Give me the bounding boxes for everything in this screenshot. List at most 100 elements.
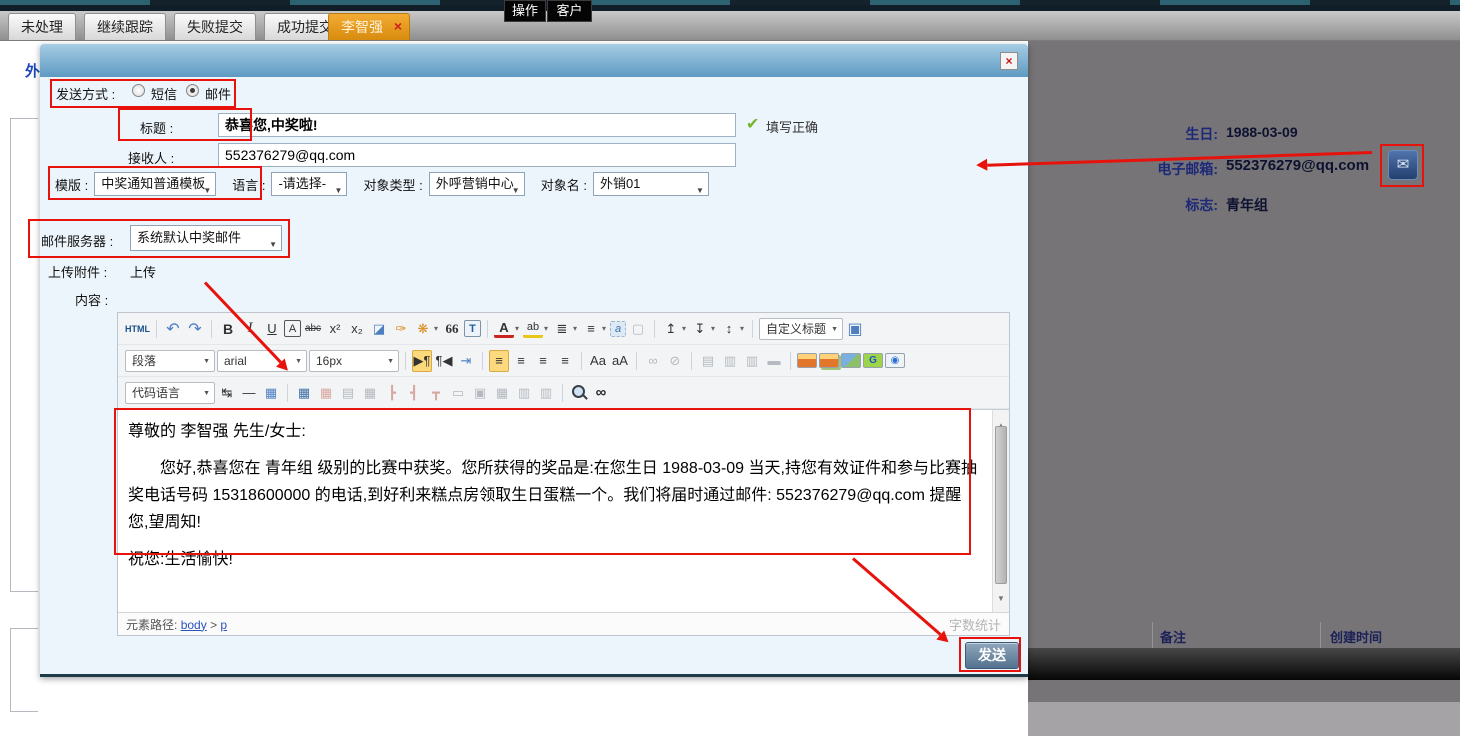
align-right-icon[interactable]: ≡ — [533, 350, 553, 372]
insert-image-icon[interactable] — [797, 353, 817, 368]
google-map-icon[interactable]: G — [863, 353, 883, 368]
tab-close-icon[interactable]: × — [394, 19, 402, 33]
tab-unprocessed[interactable]: 未处理 — [8, 13, 76, 40]
upload-link[interactable]: 上传 — [130, 262, 156, 281]
language-select[interactable]: -请选择- — [271, 172, 347, 196]
template-select[interactable]: 中奖通知普通模板 — [94, 172, 216, 196]
anchor-icon[interactable]: a — [610, 321, 626, 337]
target-type-select[interactable]: 外呼营销中心 — [429, 172, 525, 196]
title-input[interactable] — [218, 113, 736, 137]
editor-scrollbar[interactable]: ▲ ▼ — [992, 410, 1009, 614]
tab-failed-submit[interactable]: 失败提交 — [174, 13, 256, 40]
path-node-p[interactable]: p — [220, 618, 227, 632]
sms-radio[interactable] — [132, 84, 145, 97]
delete-table-icon[interactable]: ▦ — [316, 382, 336, 404]
separator — [752, 320, 753, 338]
image-block-icon[interactable]: ▬ — [764, 350, 784, 372]
image-align-left-icon[interactable]: ▤ — [698, 350, 718, 372]
new-page-icon[interactable]: ▢ — [628, 318, 648, 340]
dropdown-caret: ▾ — [709, 318, 717, 340]
birthday-value: 1988-03-09 — [1226, 124, 1298, 140]
email-radio[interactable] — [186, 84, 199, 97]
bullet-list-icon[interactable]: ≡ — [581, 318, 601, 340]
html-source-icon[interactable]: HTML — [125, 318, 150, 340]
scrollbar-thumb[interactable] — [995, 426, 1007, 584]
word-count-link[interactable]: 字数统计 — [949, 615, 1001, 634]
subscript-icon[interactable]: x₂ — [347, 318, 367, 340]
highlight-color-icon[interactable]: ab — [523, 320, 543, 338]
recipient-input[interactable] — [218, 143, 736, 167]
italic-icon[interactable]: I — [240, 318, 260, 340]
ordered-list-icon[interactable]: ≣ — [552, 318, 572, 340]
tab-continue-follow[interactable]: 继续跟踪 — [84, 13, 166, 40]
horizontal-rule-icon[interactable]: — — [239, 382, 259, 404]
superscript-icon[interactable]: x² — [325, 318, 345, 340]
insert-row-icon[interactable]: ┳ — [426, 382, 446, 404]
align-center-icon[interactable]: ≡ — [511, 350, 531, 372]
paragraph-format-combo[interactable]: 段落 — [125, 350, 215, 372]
rtl-paragraph-icon[interactable]: ¶◀ — [434, 350, 454, 372]
dialog-close-icon[interactable]: × — [1000, 52, 1018, 70]
font-family-combo[interactable]: arial — [217, 350, 307, 372]
blockquote-icon[interactable]: 66 — [442, 318, 462, 340]
merge-cells-icon[interactable]: ▭ — [448, 382, 468, 404]
target-name-select[interactable]: 外销01 — [593, 172, 709, 196]
lowercase-icon[interactable]: aA — [610, 350, 630, 372]
code-language-combo[interactable]: 代码语言 — [125, 382, 215, 404]
editor-content-area[interactable]: 尊敬的 李智强 先生/女士: 您好,恭喜您在 青年组 级别的比赛中获奖。您所获得… — [118, 409, 1009, 614]
paste-as-text-icon[interactable]: T — [464, 320, 481, 337]
page-break-icon[interactable]: ↹ — [217, 382, 237, 404]
album-icon[interactable] — [841, 353, 861, 368]
mail-server-select[interactable]: 系统默认中奖邮件 — [130, 225, 282, 251]
align-left-icon[interactable]: ≡ — [489, 350, 509, 372]
column-separator — [1320, 622, 1321, 648]
spacing-above-icon[interactable]: ↥ — [661, 318, 681, 340]
delete-row-icon[interactable]: ▥ — [514, 382, 534, 404]
send-button[interactable]: 发送 — [965, 642, 1019, 669]
strikethrough-icon[interactable]: abc — [303, 318, 323, 340]
insert-row-below-icon[interactable]: ▦ — [492, 382, 512, 404]
undo-icon[interactable]: ↶ — [163, 318, 183, 340]
insert-col-left-icon[interactable]: ┣ — [382, 382, 402, 404]
email-option-label[interactable]: 邮件 — [205, 84, 231, 103]
multi-image-icon[interactable] — [819, 353, 839, 368]
tab-lizhiqiang[interactable]: 李智强 × — [328, 13, 410, 40]
uppercase-icon[interactable]: Aa — [588, 350, 608, 372]
find-replace-icon[interactable]: ∞ — [591, 382, 611, 404]
ltr-paragraph-icon[interactable]: ▶¶ — [412, 350, 432, 372]
align-justify-icon[interactable]: ≡ — [555, 350, 575, 372]
line-height-icon[interactable]: ↕ — [719, 318, 739, 340]
menu-customer[interactable]: 客户 — [547, 0, 592, 22]
insert-col-right-icon[interactable]: ┫ — [404, 382, 424, 404]
redo-icon[interactable]: ↷ — [185, 318, 205, 340]
link-icon[interactable]: ∞ — [643, 350, 663, 372]
image-inline-icon[interactable]: ▥ — [720, 350, 740, 372]
custom-heading-combo[interactable]: 自定义标题 — [759, 318, 843, 340]
underline-icon[interactable]: U — [262, 318, 282, 340]
format-brush-icon[interactable]: ✑ — [391, 318, 411, 340]
insert-table-icon[interactable]: ▦ — [294, 382, 314, 404]
fullscreen-icon[interactable]: ▣ — [845, 318, 865, 340]
font-size-combo[interactable]: 16px — [309, 350, 399, 372]
font-color-icon[interactable]: A — [494, 320, 514, 338]
eraser-icon[interactable]: ◪ — [369, 318, 389, 340]
bold-icon[interactable]: B — [218, 318, 238, 340]
path-node-body[interactable]: body — [181, 618, 207, 632]
insert-media-icon[interactable]: ◉ — [885, 353, 905, 368]
auto-typeset-icon[interactable]: ⇥ — [456, 350, 476, 372]
image-align-right-icon[interactable]: ▥ — [742, 350, 762, 372]
delete-col-icon[interactable]: ▥ — [536, 382, 556, 404]
spacing-below-icon[interactable]: ↧ — [690, 318, 710, 340]
scroll-down-icon[interactable]: ▼ — [993, 585, 1009, 612]
menu-operation[interactable]: 操作 — [504, 0, 546, 22]
send-email-icon[interactable]: ✉ — [1388, 150, 1418, 180]
cell-properties-icon[interactable]: ▦ — [360, 382, 380, 404]
font-attr-icon[interactable]: A — [284, 320, 301, 337]
code-block-icon[interactable]: ▦ — [261, 382, 281, 404]
quick-format-icon[interactable]: ❋ — [413, 318, 433, 340]
table-properties-icon[interactable]: ▤ — [338, 382, 358, 404]
sms-option-label[interactable]: 短信 — [151, 84, 177, 103]
split-cell-icon[interactable]: ▣ — [470, 382, 490, 404]
search-icon[interactable] — [569, 382, 589, 404]
unlink-icon[interactable]: ⊘ — [665, 350, 685, 372]
